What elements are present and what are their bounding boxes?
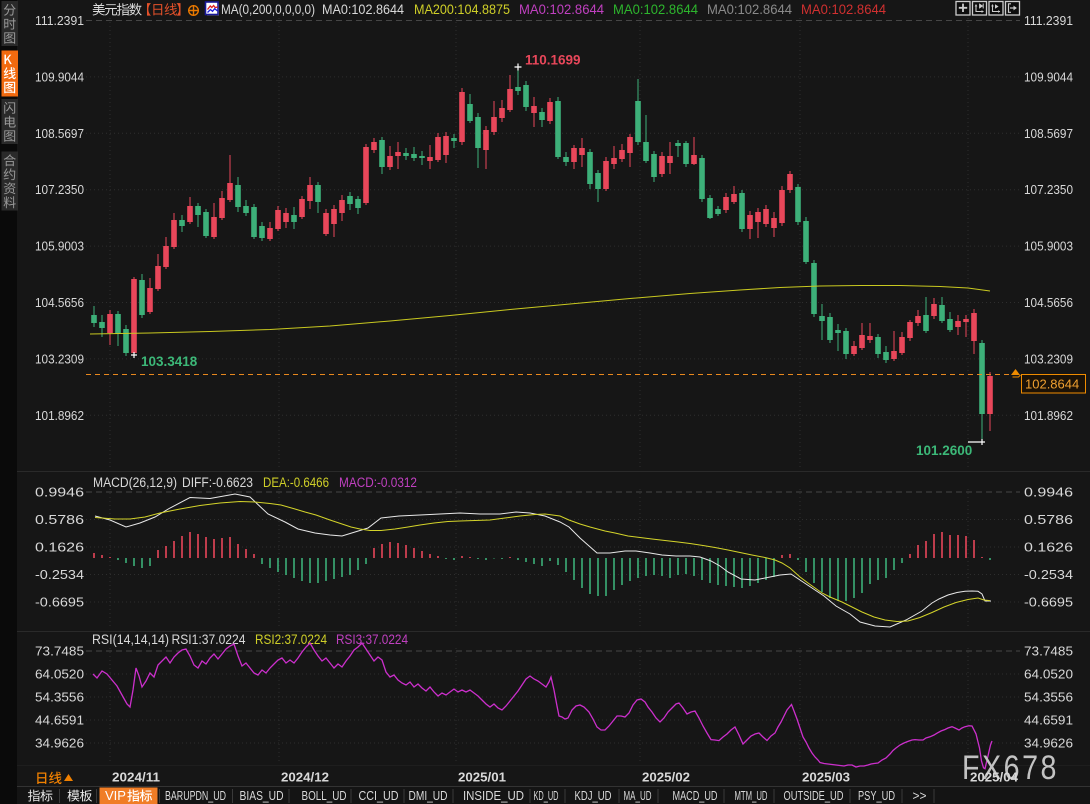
svg-text:107.2350: 107.2350 — [1024, 183, 1073, 197]
svg-text:BIAS_UD: BIAS_UD — [240, 789, 284, 803]
svg-text:73.7485: 73.7485 — [35, 645, 84, 659]
svg-text:MA0:102.8644: MA0:102.8644 — [801, 1, 886, 17]
svg-text:2025/01: 2025/01 — [458, 770, 506, 785]
svg-text:>>: >> — [913, 789, 927, 803]
svg-text:MTM_UD: MTM_UD — [735, 789, 768, 803]
svg-text:44.6591: 44.6591 — [1024, 714, 1073, 728]
svg-text:2024/11: 2024/11 — [112, 770, 160, 785]
svg-text:VIP: VIP — [105, 789, 126, 803]
svg-text:BARUPDN_UD: BARUPDN_UD — [165, 789, 226, 803]
svg-text:MACD(26,12,9): MACD(26,12,9) — [93, 475, 177, 490]
svg-text:105.9003: 105.9003 — [1024, 240, 1073, 254]
svg-text:MA0:102.8644: MA0:102.8644 — [322, 1, 404, 17]
svg-text:101.2600: 101.2600 — [916, 443, 972, 458]
svg-text:OUTSIDE_UD: OUTSIDE_UD — [784, 789, 844, 803]
svg-text:0.5786: 0.5786 — [35, 513, 84, 527]
svg-text:RSI2:37.0224: RSI2:37.0224 — [255, 632, 327, 647]
svg-text:DMI_UD: DMI_UD — [409, 789, 448, 803]
svg-text:INSIDE_UD: INSIDE_UD — [463, 789, 524, 803]
svg-text:34.9626: 34.9626 — [35, 737, 84, 751]
svg-text:BOLL_UD: BOLL_UD — [302, 789, 347, 803]
svg-text:54.3556: 54.3556 — [1024, 691, 1073, 705]
svg-text:108.5697: 108.5697 — [35, 127, 84, 141]
svg-text:-0.6695: -0.6695 — [35, 596, 84, 610]
svg-text:PSY_UD: PSY_UD — [858, 789, 895, 803]
svg-text:KDJ_UD: KDJ_UD — [575, 789, 612, 803]
svg-text:103.3418: 103.3418 — [141, 354, 198, 369]
svg-text:RSI(14,14,14): RSI(14,14,14) — [92, 632, 169, 647]
svg-text:RSI3:37.0224: RSI3:37.0224 — [336, 632, 408, 647]
svg-text:KD_UD: KD_UD — [534, 789, 559, 803]
svg-text:54.3556: 54.3556 — [35, 691, 84, 705]
svg-text:111.2391: 111.2391 — [35, 14, 84, 28]
svg-text:-0.2534: -0.2534 — [35, 568, 84, 582]
svg-text:104.5656: 104.5656 — [35, 296, 84, 310]
svg-text:MA(0,200,0,0,0,0): MA(0,200,0,0,0,0) — [221, 1, 315, 17]
svg-text:73.7485: 73.7485 — [1024, 645, 1073, 659]
svg-text:MACD_UD: MACD_UD — [673, 789, 718, 803]
svg-text:103.2309: 103.2309 — [35, 352, 84, 366]
svg-text:111.2391: 111.2391 — [1024, 14, 1073, 28]
svg-text:64.0520: 64.0520 — [1024, 668, 1073, 682]
svg-text:64.0520: 64.0520 — [35, 668, 84, 682]
svg-text:108.5697: 108.5697 — [1024, 127, 1073, 141]
svg-text:DIFF:-0.6623: DIFF:-0.6623 — [182, 475, 253, 490]
svg-text:-0.6695: -0.6695 — [1024, 596, 1073, 610]
svg-text:MACD:-0.0312: MACD:-0.0312 — [339, 475, 417, 490]
svg-text:44.6591: 44.6591 — [35, 714, 84, 728]
svg-text:CCI_UD: CCI_UD — [359, 789, 399, 803]
svg-text:109.9044: 109.9044 — [35, 70, 84, 84]
svg-text:MA0:102.8644: MA0:102.8644 — [613, 1, 698, 17]
svg-text:-0.2534: -0.2534 — [1024, 568, 1073, 582]
svg-text:110.1699: 110.1699 — [525, 53, 581, 68]
svg-text:2025/03: 2025/03 — [802, 770, 850, 785]
svg-text:2025/04: 2025/04 — [970, 770, 1019, 785]
svg-text:104.5656: 104.5656 — [1024, 296, 1073, 310]
svg-text:107.2350: 107.2350 — [35, 183, 84, 197]
svg-text:101.8962: 101.8962 — [1024, 409, 1073, 423]
svg-text:MA_UD: MA_UD — [624, 789, 652, 803]
svg-text:103.2309: 103.2309 — [1024, 352, 1073, 366]
svg-text:0.9946: 0.9946 — [1024, 486, 1073, 500]
svg-text:101.8962: 101.8962 — [35, 409, 84, 423]
svg-text:105.9003: 105.9003 — [35, 240, 84, 254]
svg-text:102.8644: 102.8644 — [1025, 377, 1079, 392]
svg-text:0.1626: 0.1626 — [1024, 541, 1073, 555]
svg-text:0.5786: 0.5786 — [1024, 513, 1073, 527]
svg-text:2024/12: 2024/12 — [281, 770, 329, 785]
svg-text:MA0:102.8644: MA0:102.8644 — [519, 1, 604, 17]
svg-text:MA0:102.8644: MA0:102.8644 — [707, 1, 792, 17]
svg-text:109.9044: 109.9044 — [1024, 70, 1073, 84]
svg-text:2025/02: 2025/02 — [642, 770, 690, 785]
svg-text:MA200:104.8875: MA200:104.8875 — [414, 1, 510, 17]
svg-text:DEA:-0.6466: DEA:-0.6466 — [263, 475, 329, 490]
svg-text:0.1626: 0.1626 — [35, 541, 84, 555]
svg-text:0.9946: 0.9946 — [35, 486, 84, 500]
